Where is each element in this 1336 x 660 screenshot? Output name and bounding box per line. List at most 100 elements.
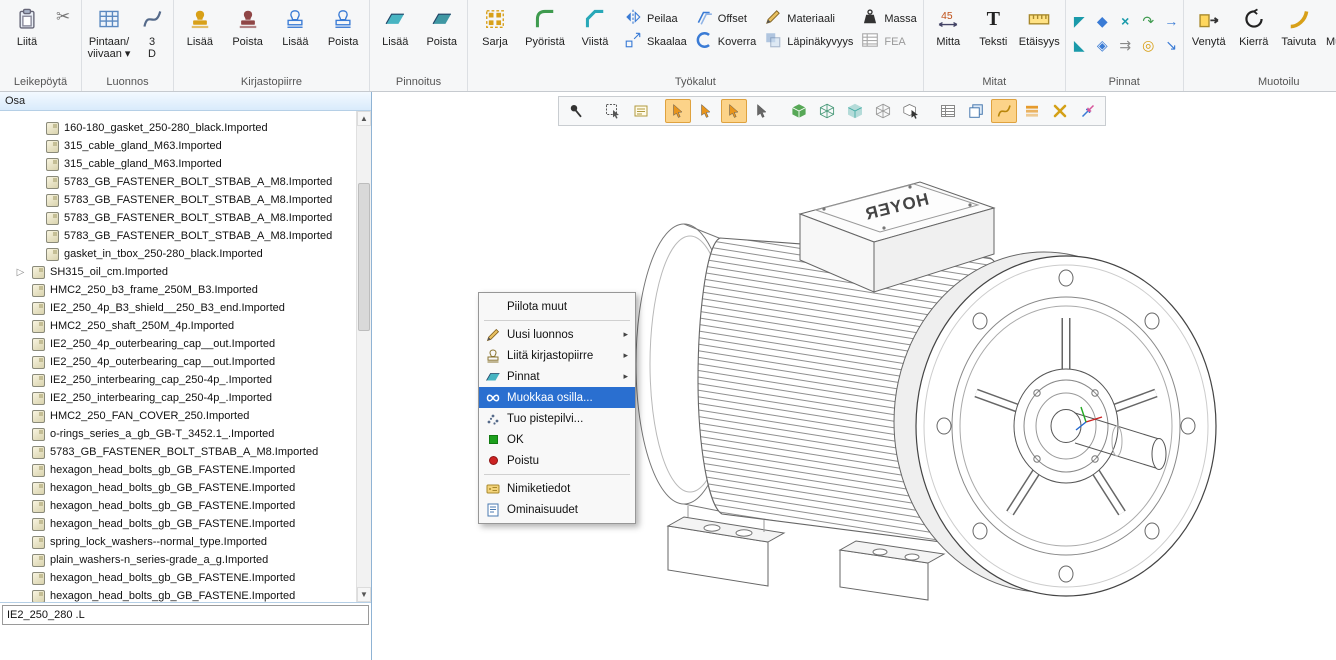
hollow-button[interactable]: Koverra — [692, 30, 760, 53]
tree-item[interactable]: IE2_250_interbearing_cap_250-4p_.Importe… — [0, 371, 356, 389]
select-annotations-icon[interactable] — [600, 99, 626, 123]
text-button[interactable]: T Teksti — [972, 2, 1015, 64]
tree-item[interactable]: 315_cable_gland_M63.Imported — [0, 155, 356, 173]
tree-item[interactable]: 315_cable_gland_M63.Imported — [0, 137, 356, 155]
distance-button[interactable]: Etäisyys — [1017, 2, 1062, 64]
tree-item[interactable]: hexagon_head_bolts_gb_GB_FASTENE.Importe… — [0, 497, 356, 515]
dimension-button[interactable]: Mitta — [927, 2, 970, 64]
mass-button[interactable]: Massa — [858, 7, 919, 30]
shape-button[interactable]: Muotoile — [1323, 2, 1336, 64]
menu-item-properties[interactable]: Ominaisuudet — [479, 499, 635, 520]
tree-scrollbar[interactable]: ▲ ▼ — [356, 111, 371, 602]
pattern-button[interactable]: Sarja — [471, 2, 519, 64]
expand-chevron-icon[interactable]: ▷ — [14, 267, 27, 278]
face-tool-button[interactable]: ↘ — [1161, 34, 1182, 56]
face-tool-button[interactable]: ◣ — [1069, 34, 1090, 56]
sketch-curve-icon[interactable] — [991, 99, 1017, 123]
menu-item-faces[interactable]: Pinnat ▸ — [479, 366, 635, 387]
tree-item[interactable]: IE2_250_4p_outerbearing_cap__out.Importe… — [0, 353, 356, 371]
tree-item[interactable]: 5783_GB_FASTENER_BOLT_STBAB_A_M8.Importe… — [0, 173, 356, 191]
library-remove-outline-button[interactable]: Poista — [320, 2, 366, 64]
select-edge-icon[interactable] — [693, 99, 719, 123]
tree-item[interactable]: HMC2_250_shaft_250M_4p.Imported — [0, 317, 356, 335]
menu-item-new-sketch[interactable]: Uusi luonnos ▸ — [479, 324, 635, 345]
swap-arrows-icon[interactable] — [1075, 99, 1101, 123]
tree-item[interactable]: o-rings_series_a_gb_GB-T_3452.1_.Importe… — [0, 425, 356, 443]
tree-item[interactable]: HMC2_250_FAN_COVER_250.Imported — [0, 407, 356, 425]
delete-mark-icon[interactable] — [1047, 99, 1073, 123]
pin-icon[interactable] — [563, 99, 589, 123]
tree-item[interactable]: IE2_250_interbearing_cap_250-4p_.Importe… — [0, 389, 356, 407]
offset-button[interactable]: Offset — [692, 7, 760, 30]
cut-button[interactable]: ✂ — [53, 2, 73, 30]
hiddenline-mode-icon[interactable] — [870, 99, 896, 123]
menu-item-hide-others[interactable]: Piilota muut — [479, 296, 635, 317]
coating-add-button[interactable]: Lisää — [373, 2, 418, 64]
face-tool-button[interactable]: → — [1161, 10, 1182, 32]
tree-item[interactable]: hexagon_head_bolts_gb_GB_FASTENE.Importe… — [0, 461, 356, 479]
wireframe-mode-icon[interactable] — [814, 99, 840, 123]
sketch-on-face-button[interactable]: Pintaan/ viivaan ▾ — [85, 2, 133, 64]
tree-item[interactable]: spring_lock_washers--normal_type.Importe… — [0, 533, 356, 551]
face-tool-button[interactable]: ⇉ — [1115, 34, 1136, 56]
paste-button[interactable]: Liitä — [3, 2, 51, 64]
stretch-button[interactable]: Venytä — [1187, 2, 1231, 64]
select-vertex-icon[interactable] — [665, 99, 691, 123]
library-remove-button[interactable]: Poista — [225, 2, 271, 64]
tree-item[interactable]: hexagon_head_bolts_gb_GB_FASTENE.Importe… — [0, 569, 356, 587]
face-tool-button[interactable]: ◆ — [1092, 10, 1113, 32]
pick-part-icon[interactable] — [898, 99, 924, 123]
menu-item-ok[interactable]: OK — [479, 429, 635, 450]
tree-item[interactable]: IE2_250_4p_outerbearing_cap__out.Importe… — [0, 335, 356, 353]
tree-item[interactable]: IE2_250_4p_B3_shield__250_B3_end.Importe… — [0, 299, 356, 317]
scroll-up-arrow[interactable]: ▲ — [357, 111, 371, 126]
fillet-button[interactable]: Pyöristä — [521, 2, 569, 64]
tree-item[interactable]: hexagon_head_bolts_gb_GB_FASTENE.Importe… — [0, 479, 356, 497]
tree-item[interactable]: 160-180_gasket_250-280_black.Imported — [0, 119, 356, 137]
chamfer-button[interactable]: Viistä — [571, 2, 619, 64]
menu-item-point-cloud[interactable]: Tuo pistepilvi... — [479, 408, 635, 429]
face-tool-button[interactable]: ◈ — [1092, 34, 1113, 56]
feature-table-icon[interactable] — [935, 99, 961, 123]
face-tool-button[interactable]: ↷ — [1138, 10, 1159, 32]
menu-item-paste-library[interactable]: Liitä kirjastopiirre ▸ — [479, 345, 635, 366]
select-face-icon[interactable] — [721, 99, 747, 123]
twist-button[interactable]: Kierrä — [1233, 2, 1275, 64]
tree-item[interactable]: 5783_GB_FASTENER_BOLT_STBAB_A_M8.Importe… — [0, 209, 356, 227]
scroll-thumb[interactable] — [358, 183, 370, 331]
drawing-sheet-icon[interactable] — [628, 99, 654, 123]
menu-item-item-info[interactable]: Nimiketiedot — [479, 478, 635, 499]
tree-item[interactable]: 5783_GB_FASTENER_BOLT_STBAB_A_M8.Importe… — [0, 227, 356, 245]
tree-item[interactable]: plain_washers-n_series-grade_a_g.Importe… — [0, 551, 356, 569]
fea-button[interactable]: FEA — [858, 30, 919, 53]
menu-item-edit-with-parts[interactable]: Muokkaa osilla... — [479, 387, 635, 408]
coating-remove-button[interactable]: Poista — [420, 2, 465, 64]
shaded-mode-icon[interactable] — [786, 99, 812, 123]
library-add-button[interactable]: Lisää — [177, 2, 223, 64]
model-viewport[interactable]: HOYER — [372, 92, 1336, 660]
part-name-field[interactable] — [2, 605, 369, 625]
face-tool-button[interactable]: ◤ — [1069, 10, 1090, 32]
library-add-outline-button[interactable]: Lisää — [273, 2, 319, 64]
scroll-down-arrow[interactable]: ▼ — [357, 587, 371, 602]
tree-item[interactable]: 5783_GB_FASTENER_BOLT_STBAB_A_M8.Importe… — [0, 191, 356, 209]
face-tool-button[interactable]: × — [1115, 10, 1136, 32]
tree-item-expandable[interactable]: ▷SH315_oil_cm.Imported — [0, 263, 356, 281]
transparent-mode-icon[interactable] — [842, 99, 868, 123]
scale-button[interactable]: Skaalaa — [621, 30, 690, 53]
menu-item-exit[interactable]: Poistu — [479, 450, 635, 471]
select-body-icon[interactable] — [749, 99, 775, 123]
section-list-icon[interactable] — [1019, 99, 1045, 123]
transparency-button[interactable]: Läpinäkyvyys — [761, 30, 856, 53]
tree-item[interactable]: 5783_GB_FASTENER_BOLT_STBAB_A_M8.Importe… — [0, 443, 356, 461]
face-tool-button[interactable]: ◎ — [1138, 34, 1159, 56]
bend-button[interactable]: Taivuta — [1277, 2, 1321, 64]
sketch-3d-button[interactable]: 3 D — [135, 2, 169, 64]
material-button[interactable]: Materiaali — [761, 7, 856, 30]
tree-item[interactable]: HMC2_250_b3_frame_250M_B3.Imported — [0, 281, 356, 299]
tree-item[interactable]: hexagon_head_bolts_gb_GB_FASTENE.Importe… — [0, 587, 356, 602]
layers-icon[interactable] — [963, 99, 989, 123]
tree-item[interactable]: hexagon_head_bolts_gb_GB_FASTENE.Importe… — [0, 515, 356, 533]
mirror-button[interactable]: Peilaa — [621, 7, 690, 30]
tree-item[interactable]: gasket_in_tbox_250-280_black.Imported — [0, 245, 356, 263]
